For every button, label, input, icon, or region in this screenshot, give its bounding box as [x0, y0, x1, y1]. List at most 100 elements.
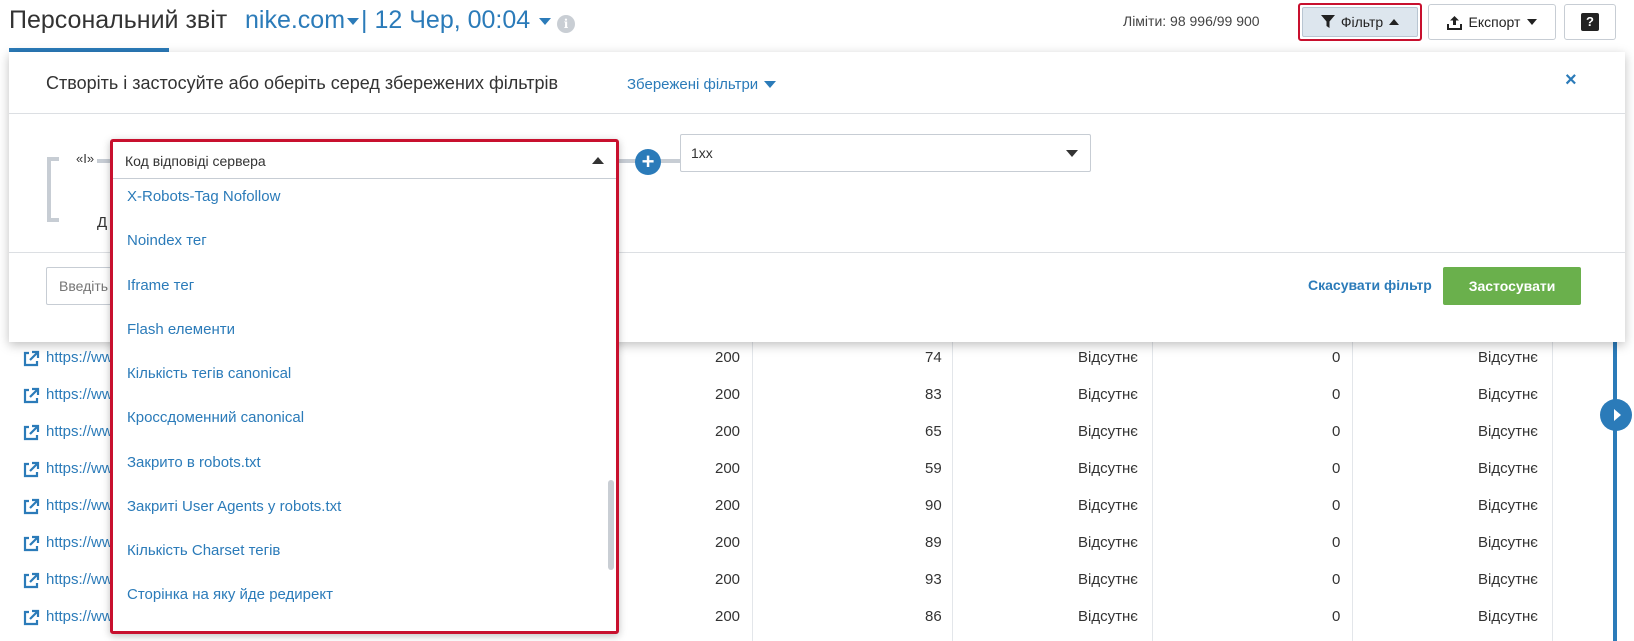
condition-value: 1xx — [691, 145, 713, 161]
close-icon[interactable]: × — [1565, 69, 1577, 92]
status-code: 200 — [715, 534, 741, 551]
saved-filters-label: Збережені фільтри — [627, 76, 759, 93]
dropdown-option[interactable]: Кроссдоменний canonical — [127, 409, 304, 426]
external-link-icon[interactable] — [22, 572, 40, 590]
status-text: Відсутнє — [1078, 497, 1138, 514]
dropdown-scrollbar[interactable] — [608, 480, 614, 570]
status-text: Відсутнє — [1078, 386, 1138, 403]
status-text: Відсутнє — [1078, 460, 1138, 477]
dropdown-option[interactable]: Закрито в robots.txt — [127, 454, 261, 471]
filter-panel-title: Створіть і застосуйте або оберіть серед … — [46, 73, 559, 93]
status-text: Відсутнє — [1078, 534, 1138, 551]
filter-button-label: Фільтр — [1340, 14, 1384, 30]
numeric-value: 83 — [925, 386, 942, 403]
dropdown-option[interactable]: Сторінка на яку йде редирект — [127, 586, 333, 603]
status-code: 200 — [715, 460, 741, 477]
numeric-value: 0 — [1332, 497, 1341, 514]
numeric-value: 0 — [1332, 571, 1341, 588]
numeric-value: 65 — [925, 423, 942, 440]
status-text: Відсутнє — [1078, 608, 1138, 625]
external-link-icon[interactable] — [22, 350, 40, 368]
status-code: 200 — [715, 423, 741, 440]
url-link[interactable]: https://ww — [46, 497, 113, 514]
status-code: 200 — [715, 608, 741, 625]
help-button[interactable]: ? — [1564, 4, 1616, 40]
status-text: Відсутнє — [1078, 571, 1138, 588]
dropdown-option[interactable]: Кількість Charset тегів — [127, 542, 280, 559]
url-link[interactable]: https://ww — [46, 460, 113, 477]
page-title: Персональний звіт — [9, 6, 228, 34]
url-link[interactable]: https://ww — [46, 349, 113, 366]
export-button[interactable]: Експорт — [1428, 4, 1556, 40]
external-link-icon[interactable] — [22, 461, 40, 479]
numeric-value: 93 — [925, 571, 942, 588]
export-button-label: Експорт — [1468, 14, 1521, 30]
domain-caret-icon — [347, 17, 360, 25]
url-link[interactable]: https://ww — [46, 534, 113, 551]
status-code: 200 — [715, 571, 741, 588]
dropdown-option[interactable]: Кількість тегів canonical — [127, 365, 291, 382]
status-text: Відсутнє — [1078, 423, 1138, 440]
dropdown-option[interactable]: Noindex тег — [127, 232, 207, 249]
condition-value-select[interactable]: 1xx — [680, 134, 1091, 172]
saved-filters-dropdown[interactable]: Збережені фільтри — [627, 76, 777, 93]
url-link[interactable]: https://ww — [46, 386, 113, 403]
status-text: Відсутнє — [1078, 349, 1138, 366]
domain-separator: | — [361, 6, 368, 34]
domain-selector[interactable]: nike.com | 12 Чер, 00:04 — [245, 6, 553, 35]
expand-panel-button[interactable] — [1600, 399, 1632, 431]
external-link-icon[interactable] — [22, 609, 40, 627]
chevron-down-icon — [764, 81, 777, 88]
parameter-select[interactable]: Код відповіді сервера — [113, 142, 616, 179]
domain-name: nike.com — [245, 6, 346, 34]
cancel-filter-link[interactable]: Скасувати фільтр — [1308, 277, 1432, 293]
status-code: 200 — [715, 349, 741, 366]
parameter-dropdown[interactable]: Код відповіді сервера X-Robots-Tag Nofol… — [110, 139, 619, 634]
numeric-value: 0 — [1332, 460, 1341, 477]
filter-button[interactable]: Фільтр — [1298, 3, 1422, 41]
report-date: 12 Чер, 00:04 — [374, 6, 531, 34]
dropdown-list[interactable]: X-Robots-Tag Nofollow Noindex тег Iframe… — [113, 180, 616, 631]
external-link-icon[interactable] — [22, 387, 40, 405]
dropdown-option[interactable]: Iframe тег — [127, 277, 194, 294]
numeric-value: 86 — [925, 608, 942, 625]
chevron-up-icon — [592, 157, 604, 164]
numeric-value: 0 — [1332, 423, 1341, 440]
add-condition-label[interactable]: Д — [97, 214, 107, 231]
external-link-icon[interactable] — [22, 535, 40, 553]
status-text: Відсутнє — [1478, 534, 1538, 551]
chevron-down-icon — [1527, 19, 1538, 25]
status-code: 200 — [715, 497, 741, 514]
url-link[interactable]: https://ww — [46, 571, 113, 588]
numeric-value: 0 — [1332, 608, 1341, 625]
plus-icon[interactable]: + — [635, 149, 661, 175]
numeric-value: 0 — [1332, 349, 1341, 366]
status-text: Відсутнє — [1478, 460, 1538, 477]
status-text: Відсутнє — [1478, 423, 1538, 440]
upload-icon — [1446, 15, 1462, 30]
apply-button[interactable]: Застосувати — [1443, 267, 1581, 305]
condition-bracket — [47, 157, 59, 222]
selected-parameter: Код відповіді сервера — [125, 153, 266, 169]
numeric-value: 59 — [925, 460, 942, 477]
dropdown-option[interactable]: Закриті User Agents у robots.txt — [127, 498, 341, 515]
external-link-icon[interactable] — [22, 498, 40, 516]
chevron-right-icon — [1614, 409, 1621, 421]
limits-text: Ліміти: 98 996/99 900 — [1123, 13, 1260, 29]
numeric-value: 0 — [1332, 534, 1341, 551]
external-link-icon[interactable] — [22, 424, 40, 442]
url-link[interactable]: https://ww — [46, 608, 113, 625]
url-link[interactable]: https://ww — [46, 423, 113, 440]
date-caret-icon — [539, 17, 552, 25]
status-text: Відсутнє — [1478, 571, 1538, 588]
and-operator-label[interactable]: «І» — [73, 151, 98, 166]
numeric-value: 89 — [925, 534, 942, 551]
dropdown-option[interactable]: X-Robots-Tag Nofollow — [127, 188, 280, 205]
info-icon[interactable]: i — [557, 15, 575, 33]
status-text: Відсутнє — [1478, 608, 1538, 625]
status-text: Відсутнє — [1478, 349, 1538, 366]
header: Персональний звіт nike.com | 12 Чер, 00:0… — [0, 0, 1634, 52]
status-text: Відсутнє — [1478, 497, 1538, 514]
side-scroll-rail — [1613, 340, 1617, 641]
dropdown-option[interactable]: Flash елементи — [127, 321, 235, 338]
